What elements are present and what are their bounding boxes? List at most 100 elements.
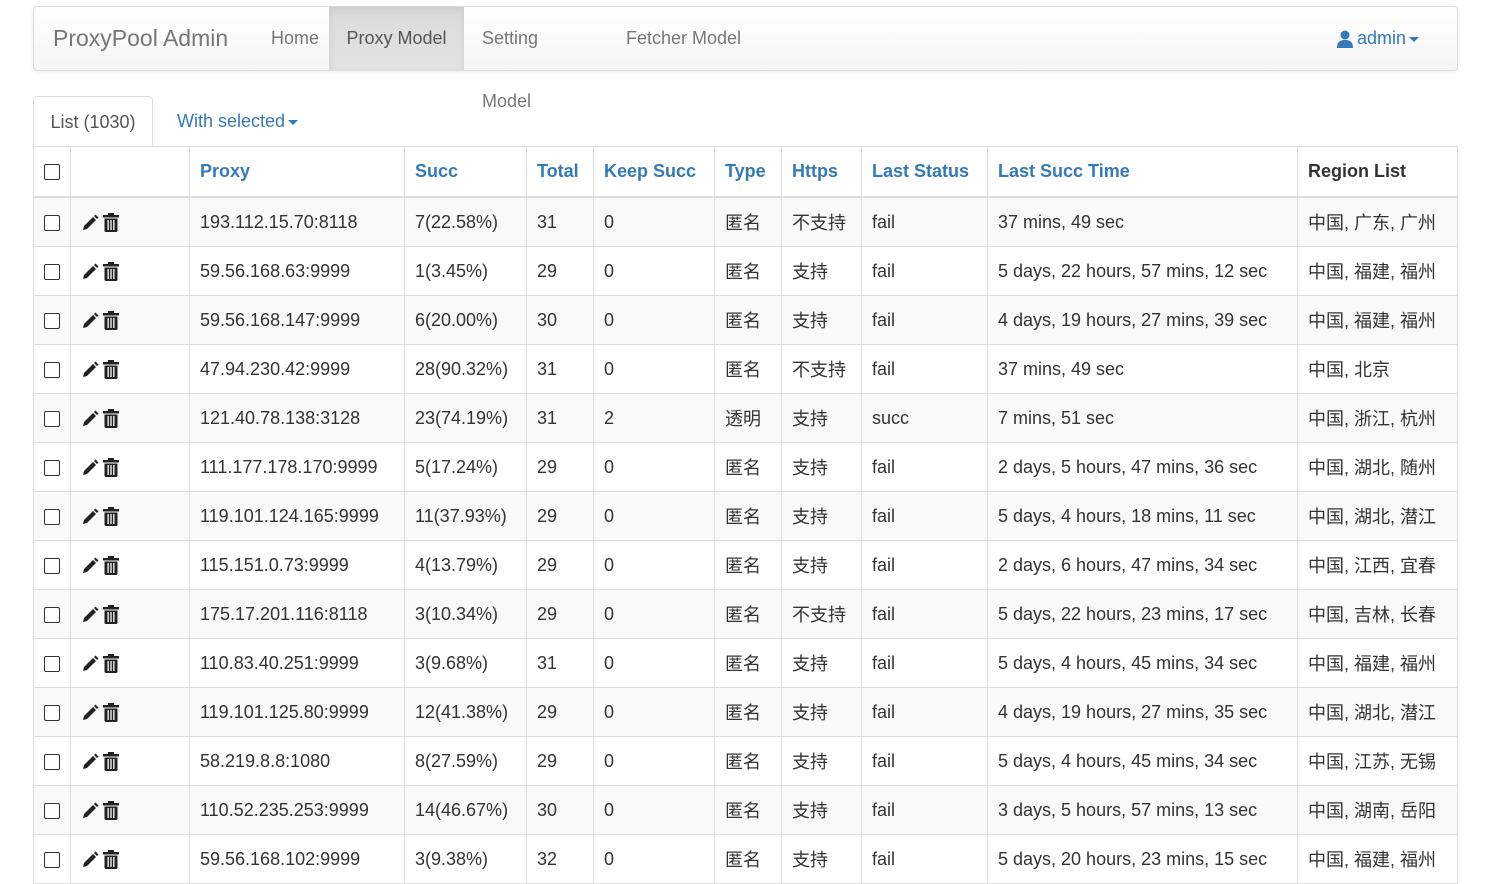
header-last-status[interactable]: Last Status	[861, 146, 988, 198]
row-select-cell	[33, 638, 71, 688]
last-succ-time-cell: 5 days, 4 hours, 45 mins, 34 sec	[987, 638, 1298, 688]
succ-cell: 4(13.79%)	[404, 540, 527, 590]
type-cell: 匿名	[714, 295, 782, 345]
pencil-icon[interactable]	[81, 508, 99, 526]
pencil-icon[interactable]	[81, 459, 99, 477]
tab-bar: List (1030) With selected	[33, 96, 1457, 146]
row-checkbox[interactable]	[44, 410, 60, 427]
last-succ-time-cell: 5 days, 20 hours, 23 mins, 15 sec	[987, 834, 1298, 884]
row-checkbox[interactable]	[44, 361, 60, 378]
trash-icon[interactable]	[103, 752, 119, 772]
pencil-icon[interactable]	[81, 557, 99, 575]
pencil-icon[interactable]	[81, 361, 99, 379]
row-checkbox[interactable]	[44, 557, 60, 574]
header-proxy[interactable]: Proxy	[189, 146, 405, 198]
https-cell: 支持	[781, 393, 862, 443]
pencil-icon[interactable]	[81, 214, 99, 232]
trash-icon[interactable]	[103, 703, 119, 723]
trash-icon[interactable]	[103, 458, 119, 478]
row-actions	[70, 540, 190, 590]
trash-icon[interactable]	[103, 409, 119, 429]
user-menu[interactable]: admin	[1337, 7, 1420, 70]
proxy-cell: 58.219.8.8:1080	[189, 736, 405, 786]
pencil-icon[interactable]	[81, 410, 99, 428]
row-actions	[70, 834, 190, 884]
https-cell: 不支持	[781, 589, 862, 639]
header-last-succ-time[interactable]: Last Succ Time	[987, 146, 1298, 198]
trash-icon[interactable]	[103, 213, 119, 233]
row-checkbox[interactable]	[44, 655, 60, 672]
pencil-icon[interactable]	[81, 655, 99, 673]
nav-setting-model[interactable]: Setting Model	[482, 7, 592, 111]
keep-succ-cell: 0	[593, 785, 715, 835]
last-succ-time-cell: 5 days, 4 hours, 18 mins, 11 sec	[987, 491, 1298, 541]
total-cell: 29	[526, 491, 594, 541]
header-keep-succ[interactable]: Keep Succ	[593, 146, 715, 198]
trash-icon[interactable]	[103, 605, 119, 625]
nav-proxy-model[interactable]: Proxy Model	[329, 7, 464, 70]
succ-cell: 28(90.32%)	[404, 344, 527, 394]
pencil-icon[interactable]	[81, 753, 99, 771]
tab-list[interactable]: List (1030)	[33, 96, 153, 146]
row-actions	[70, 295, 190, 345]
pencil-icon[interactable]	[81, 851, 99, 869]
row-checkbox[interactable]	[44, 802, 60, 819]
row-checkbox[interactable]	[44, 312, 60, 329]
select-all-checkbox[interactable]	[44, 164, 60, 181]
total-cell: 30	[526, 295, 594, 345]
trash-icon[interactable]	[103, 507, 119, 527]
succ-cell: 11(37.93%)	[404, 491, 527, 541]
row-checkbox[interactable]	[44, 704, 60, 721]
brand-title[interactable]: ProxyPool Admin	[53, 25, 228, 52]
row-checkbox[interactable]	[44, 606, 60, 623]
row-checkbox[interactable]	[44, 508, 60, 525]
total-cell: 31	[526, 196, 594, 247]
region-cell: 中国, 浙江, 杭州	[1297, 393, 1458, 443]
row-actions	[70, 589, 190, 639]
pencil-icon[interactable]	[81, 802, 99, 820]
header-type[interactable]: Type	[714, 146, 782, 198]
nav-fetcher-model[interactable]: Fetcher Model	[626, 7, 746, 70]
row-checkbox[interactable]	[44, 263, 60, 280]
last-status-cell: fail	[861, 589, 988, 639]
trash-icon[interactable]	[103, 262, 119, 282]
row-checkbox[interactable]	[44, 459, 60, 476]
region-cell: 中国, 江苏, 无锡	[1297, 736, 1458, 786]
https-cell: 支持	[781, 540, 862, 590]
row-checkbox[interactable]	[44, 851, 60, 868]
succ-cell: 1(3.45%)	[404, 246, 527, 296]
pencil-icon[interactable]	[81, 606, 99, 624]
pencil-icon[interactable]	[81, 263, 99, 281]
proxy-cell: 59.56.168.147:9999	[189, 295, 405, 345]
header-total[interactable]: Total	[526, 146, 594, 198]
trash-icon[interactable]	[103, 311, 119, 331]
row-actions	[70, 736, 190, 786]
row-select-cell	[33, 246, 71, 296]
succ-cell: 3(9.38%)	[404, 834, 527, 884]
row-actions	[70, 785, 190, 835]
row-checkbox[interactable]	[44, 753, 60, 770]
row-checkbox[interactable]	[44, 214, 60, 231]
succ-cell: 7(22.58%)	[404, 196, 527, 247]
trash-icon[interactable]	[103, 654, 119, 674]
https-cell: 支持	[781, 638, 862, 688]
last-status-cell: fail	[861, 491, 988, 541]
header-https[interactable]: Https	[781, 146, 862, 198]
nav-home[interactable]: Home	[263, 7, 327, 70]
proxy-cell: 59.56.168.102:9999	[189, 834, 405, 884]
last-succ-time-cell: 37 mins, 49 sec	[987, 196, 1298, 247]
pencil-icon[interactable]	[81, 704, 99, 722]
chevron-down-icon	[1409, 36, 1420, 42]
last-succ-time-cell: 5 days, 22 hours, 23 mins, 17 sec	[987, 589, 1298, 639]
trash-icon[interactable]	[103, 801, 119, 821]
row-select-cell	[33, 785, 71, 835]
trash-icon[interactable]	[103, 556, 119, 576]
region-cell: 中国, 福建, 福州	[1297, 638, 1458, 688]
pencil-icon[interactable]	[81, 312, 99, 330]
trash-icon[interactable]	[103, 360, 119, 380]
with-selected-dropdown[interactable]: With selected	[177, 96, 299, 146]
header-succ[interactable]: Succ	[404, 146, 527, 198]
https-cell: 不支持	[781, 344, 862, 394]
row-actions	[70, 344, 190, 394]
trash-icon[interactable]	[103, 850, 119, 870]
